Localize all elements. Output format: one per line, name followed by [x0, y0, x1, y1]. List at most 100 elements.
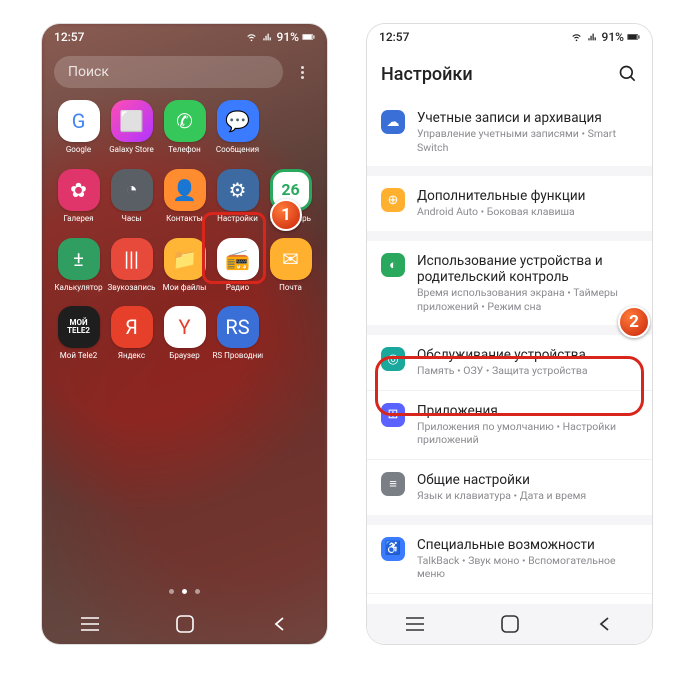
status-icons: 91% [245, 30, 315, 44]
app-мой-tele2[interactable]: МОЙ TELE2Мой Tele2 [52, 306, 105, 361]
app-label: Почта [279, 284, 302, 293]
app-rs-проводник[interactable]: RSRS Проводник [211, 306, 264, 361]
app-icon: ✿ [58, 169, 100, 211]
search-input[interactable]: Поиск [54, 56, 283, 88]
status-icons: 91% [570, 30, 640, 44]
nav-recent-button[interactable] [404, 613, 426, 635]
row-subtitle: Управление учетными записями • Smart Swi… [417, 127, 638, 154]
app-контакты[interactable]: 👤 Контакты [158, 169, 211, 224]
row-title: Специальные возможности [417, 537, 638, 553]
status-time: 12:57 [54, 30, 84, 44]
row-title: Использование устройства и родительский … [417, 253, 638, 285]
row-subtitle: Android Auto • Боковая клавиша [417, 205, 638, 219]
nav-bar [42, 604, 327, 644]
settings-list[interactable]: ☁ Учетные записи и архивацияУправление уч… [367, 98, 652, 644]
app-icon: ✆ [164, 100, 206, 142]
signal-icon [261, 32, 274, 42]
app-label: Google [66, 146, 91, 155]
app-icon: ||| [111, 238, 153, 280]
row-icon: ◐ [381, 253, 405, 277]
status-bar: 12:57 91% [42, 24, 327, 50]
app-сообщения[interactable]: 💬Сообщения [211, 100, 264, 155]
search-placeholder: Поиск [68, 64, 109, 80]
app-icon: 📻 [217, 238, 259, 280]
wifi-icon [570, 32, 583, 42]
page-title: Настройки [381, 64, 473, 85]
settings-row-дополнительные-функции[interactable]: ⊕ Дополнительные функцииAndroid Auto • Бо… [367, 176, 652, 231]
nav-back-button[interactable] [269, 613, 291, 635]
app-телефон[interactable]: ✆ Телефон [158, 100, 211, 155]
app-label: Браузер [169, 352, 199, 361]
settings-row-приложения[interactable]: ⊞ПриложенияПриложения по умолчанию • Нас… [367, 390, 652, 459]
settings-card: ◎Обслуживание устройстваПамять • ОЗУ • З… [367, 335, 652, 515]
search-icon[interactable] [618, 64, 638, 84]
app-настройки[interactable]: ⚙Настройки [211, 169, 264, 224]
settings-card: ⊕ Дополнительные функцииAndroid Auto • Бо… [367, 176, 652, 231]
app-часы[interactable]: ◔Часы [105, 169, 158, 224]
status-bar: 12:57 91% [367, 24, 652, 50]
step-marker-1: 1 [270, 199, 302, 231]
app-icon: ⚙ [217, 169, 259, 211]
row-title: Дополнительные функции [417, 188, 638, 204]
app-icon: RS [217, 306, 259, 348]
row-icon: ≡ [381, 472, 405, 496]
search-row: Поиск [42, 50, 327, 92]
app-icon: МОЙ TELE2 [58, 306, 100, 348]
settings-card: ◐ Использование устройства и родительский… [367, 241, 652, 325]
more-menu-icon[interactable] [289, 59, 315, 85]
app-калькулятор[interactable]: ± Калькулятор [52, 238, 105, 293]
row-subtitle: Язык и клавиатура • Дата и время [417, 489, 638, 503]
app-label: Контакты [166, 215, 203, 224]
row-subtitle: TalkBack • Звук моно • Вспомогательное м… [417, 554, 638, 581]
signal-icon [586, 32, 599, 42]
app-icon: ◔ [111, 169, 153, 211]
settings-row-специальные-возможности[interactable]: ♿ Специальные возможностиTalkBack • Звук … [367, 525, 652, 593]
app-icon: 💬 [217, 100, 259, 142]
app-icon: Y [164, 306, 206, 348]
battery-text: 91% [277, 30, 299, 44]
app-icon: 👤 [164, 169, 206, 211]
nav-home-button[interactable] [174, 613, 196, 635]
settings-row-учетные-записи-и-архиваци[interactable]: ☁ Учетные записи и архивацияУправление уч… [367, 98, 652, 166]
app-label: Галерея [64, 215, 94, 224]
row-icon: ☁ [381, 110, 405, 134]
app-label: Калькулятор [54, 284, 102, 293]
settings-row-обслуживание-устройства[interactable]: ◎Обслуживание устройстваПамять • ОЗУ • З… [367, 335, 652, 390]
app-label: Мои файлы [163, 284, 207, 293]
settings-header: Настройки [367, 50, 652, 98]
settings-row-использование-устройства-[interactable]: ◐ Использование устройства и родительский… [367, 241, 652, 325]
status-time: 12:57 [379, 30, 409, 44]
nav-back-button[interactable] [594, 613, 616, 635]
row-title: Учетные записи и архивация [417, 110, 638, 126]
app-label: Телефон [168, 146, 200, 155]
row-icon: ♿ [381, 537, 405, 561]
app-звукозапись[interactable]: ||| Звукозапись [105, 238, 158, 293]
app-label: Яндекс [118, 352, 145, 361]
app-empty [264, 100, 317, 155]
app-радио[interactable]: 📻 Радио [211, 238, 264, 293]
nav-bar [367, 604, 652, 644]
app-мои-файлы[interactable]: 📁Мои файлы [158, 238, 211, 293]
settings-row-общие-настройки[interactable]: ≡Общие настройкиЯзык и клавиатура • Дата… [367, 459, 652, 515]
row-icon: ⊕ [381, 188, 405, 212]
row-title: Обслуживание устройства [417, 347, 638, 363]
app-icon: Я [111, 306, 153, 348]
wifi-icon [245, 32, 258, 42]
app-label: Радио [226, 284, 249, 293]
app-label: Звукозапись [107, 284, 155, 293]
app-почта[interactable]: ✉Почта [264, 238, 317, 293]
app-браузер[interactable]: Y Браузер [158, 306, 211, 361]
nav-home-button[interactable] [499, 613, 521, 635]
app-google[interactable]: GGoogle [52, 100, 105, 155]
app-галерея[interactable]: ✿ Галерея [52, 169, 105, 224]
app-яндекс[interactable]: Я Яндекс [105, 306, 158, 361]
step-marker-2: 2 [618, 306, 650, 338]
battery-icon [302, 32, 315, 42]
app-galaxy-store[interactable]: ⬜Galaxy Store [105, 100, 158, 155]
app-icon: ± [58, 238, 100, 280]
phone-settings-screen: 12:57 91% Настройки ☁ Учетные записи и ар… [367, 24, 652, 644]
row-subtitle: Приложения по умолчанию • Настройки прил… [417, 420, 638, 447]
battery-text: 91% [602, 30, 624, 44]
battery-icon [627, 32, 640, 42]
nav-recent-button[interactable] [79, 613, 101, 635]
